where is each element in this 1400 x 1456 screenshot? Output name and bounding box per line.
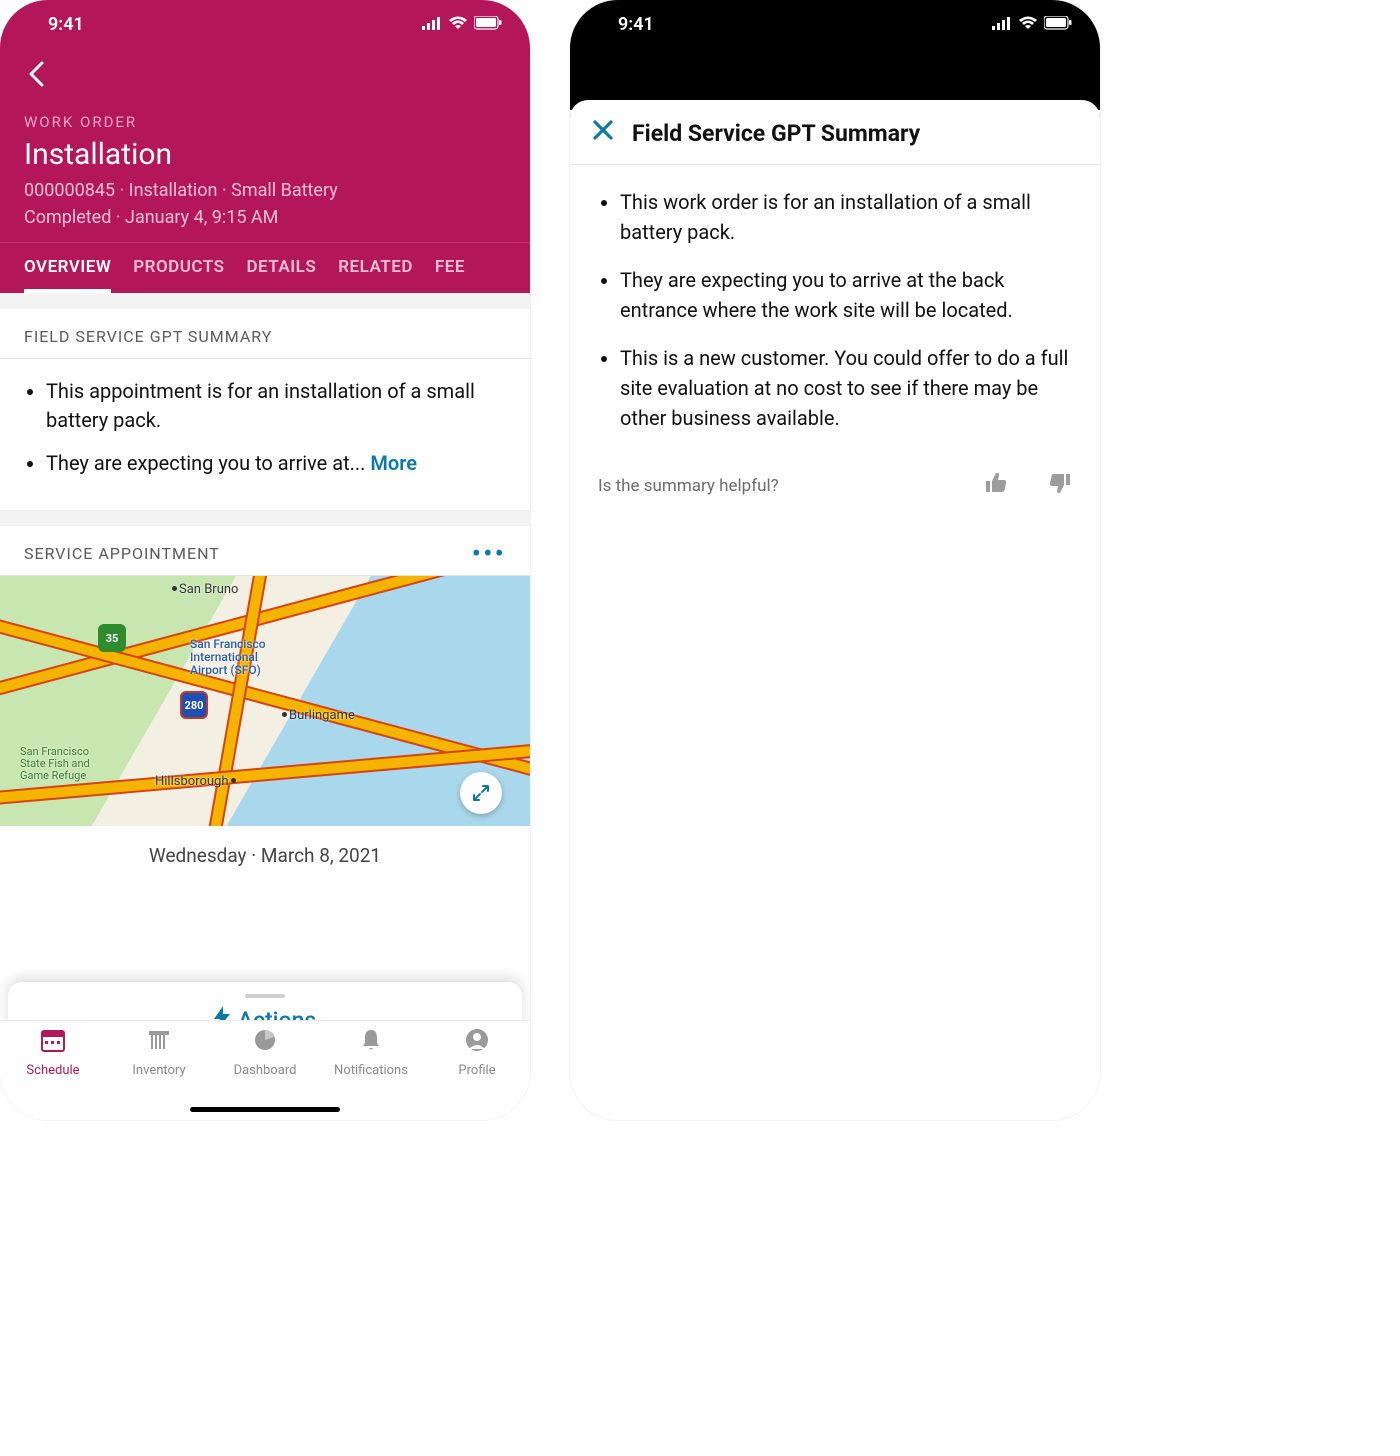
thumbs-up-button[interactable] xyxy=(984,471,1008,501)
battery-icon xyxy=(474,14,502,35)
feedback-prompt: Is the summary helpful? xyxy=(598,476,779,496)
tab-bar: OVERVIEW PRODUCTS DETAILS RELATED FEE xyxy=(0,242,530,293)
status-icons xyxy=(422,14,502,35)
tab-label: Dashboard xyxy=(234,1063,297,1078)
summary-bullet: This is a new customer. You could offer … xyxy=(620,343,1072,433)
spacer xyxy=(0,510,530,526)
summary-heading: FIELD SERVICE GPT SUMMARY xyxy=(24,327,272,346)
tab-profile[interactable]: Profile xyxy=(432,1027,522,1078)
status-icons xyxy=(992,14,1072,35)
back-button[interactable] xyxy=(28,60,506,95)
modal-header: Field Service GPT Summary xyxy=(570,100,1100,165)
map-label-hillsborough: Hillsborough xyxy=(155,774,238,789)
summary-bullet-text: They are expecting you to arrive at... xyxy=(46,451,370,475)
wifi-icon xyxy=(1018,14,1038,35)
more-link[interactable]: More xyxy=(370,451,417,475)
work-order-subtitle: 000000845 · Installation · Small Battery xyxy=(24,180,506,201)
summary-modal: Field Service GPT Summary This work orde… xyxy=(570,100,1100,1120)
tab-label: Notifications xyxy=(334,1063,408,1078)
spacer xyxy=(0,293,530,309)
home-indicator[interactable] xyxy=(190,1107,340,1112)
calendar-icon xyxy=(40,1027,66,1059)
map-label-refuge: San Francisco State Fish and Game Refuge xyxy=(20,746,90,782)
bell-icon xyxy=(358,1027,384,1059)
tab-details[interactable]: DETAILS xyxy=(246,243,316,293)
close-button[interactable] xyxy=(592,118,614,148)
status-time: 9:41 xyxy=(618,14,654,35)
map-expand-button[interactable] xyxy=(460,772,502,814)
summary-bullet: They are expecting you to arrive at the … xyxy=(620,265,1072,325)
work-order-status: Completed · January 4, 9:15 AM xyxy=(24,207,506,242)
tab-feed[interactable]: FEE xyxy=(435,243,465,293)
profile-icon xyxy=(464,1027,490,1059)
appointment-more-icon[interactable]: ••• xyxy=(472,547,506,561)
battery-icon xyxy=(1044,14,1072,35)
tab-products[interactable]: PRODUCTS xyxy=(133,243,224,293)
tab-label: Schedule xyxy=(26,1063,79,1078)
phone-left: 9:41 WORK ORDER Installation 000000845 ·… xyxy=(0,0,530,1120)
map-shield-280: 280 xyxy=(180,691,208,719)
tab-dashboard[interactable]: Dashboard xyxy=(220,1027,310,1078)
modal-title: Field Service GPT Summary xyxy=(632,120,920,147)
tab-overview[interactable]: OVERVIEW xyxy=(24,243,111,293)
work-order-header: WORK ORDER Installation 000000845 · Inst… xyxy=(0,48,530,242)
modal-backdrop: 9:41 xyxy=(570,0,1100,110)
feedback-row: Is the summary helpful? xyxy=(570,461,1100,511)
appointment-date: Wednesday · March 8, 2021 xyxy=(0,826,530,891)
status-bar: 9:41 xyxy=(570,0,1100,48)
summary-bullet: This work order is for an installation o… xyxy=(620,187,1072,247)
summary-section-header: FIELD SERVICE GPT SUMMARY xyxy=(0,309,530,359)
cellular-icon xyxy=(992,14,1012,35)
cellular-icon xyxy=(422,14,442,35)
summary-bullet: This appointment is for an installation … xyxy=(46,377,506,435)
tab-label: Inventory xyxy=(132,1063,185,1078)
bottom-tab-bar: Schedule Inventory Dashboard Notificatio… xyxy=(0,1020,530,1120)
wifi-icon xyxy=(448,14,468,35)
tab-related[interactable]: RELATED xyxy=(338,243,413,293)
tab-schedule[interactable]: Schedule xyxy=(8,1027,98,1078)
sheet-grabber-icon[interactable] xyxy=(245,994,285,998)
map[interactable]: San Bruno San Francisco International Ai… xyxy=(0,576,530,826)
status-bar: 9:41 xyxy=(0,0,530,48)
summary-bullet: They are expecting you to arrive at... M… xyxy=(46,449,506,478)
tab-inventory[interactable]: Inventory xyxy=(114,1027,204,1078)
map-label-burlingame: Burlingame xyxy=(280,708,355,723)
appointment-heading: SERVICE APPOINTMENT xyxy=(24,544,220,563)
work-order-label: WORK ORDER xyxy=(24,113,506,131)
phone-right: 9:41 Field Service GPT Summary xyxy=(570,0,1100,1120)
tab-notifications[interactable]: Notifications xyxy=(326,1027,416,1078)
summary-body: This appointment is for an installation … xyxy=(0,359,530,510)
tab-label: Profile xyxy=(458,1063,495,1078)
dashboard-icon xyxy=(252,1027,278,1059)
map-label-sfo: San Francisco International Airport (SFO… xyxy=(190,638,266,678)
modal-body: This work order is for an installation o… xyxy=(570,165,1100,461)
inventory-icon xyxy=(146,1027,172,1059)
map-label-san-bruno: San Bruno xyxy=(170,582,238,597)
work-order-title: Installation xyxy=(24,137,506,172)
appointment-section-header: SERVICE APPOINTMENT ••• xyxy=(0,526,530,576)
map-shield-35: 35 xyxy=(98,624,126,652)
thumbs-down-button[interactable] xyxy=(1048,471,1072,501)
status-time: 9:41 xyxy=(48,14,84,35)
